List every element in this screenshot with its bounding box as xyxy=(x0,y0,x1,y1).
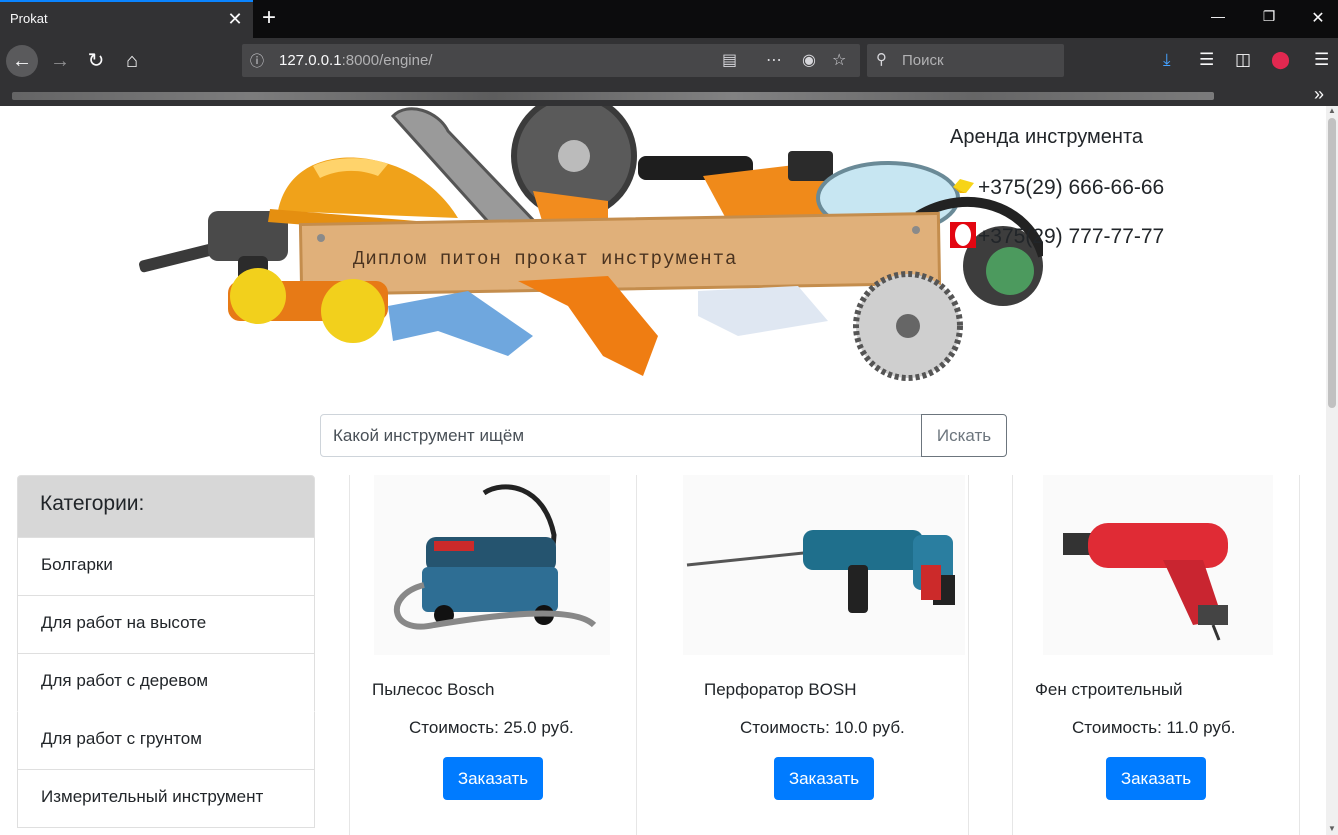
search-button[interactable]: Искать xyxy=(921,414,1007,457)
info-icon[interactable]: ⓘ xyxy=(250,51,264,71)
browser-tab[interactable]: Prokat ✕ xyxy=(0,0,253,38)
vacuum-cleaner-image[interactable] xyxy=(374,475,610,655)
scroll-up-icon[interactable]: ▲ xyxy=(1328,106,1336,115)
scrollbar-thumb[interactable] xyxy=(1328,118,1336,408)
heat-gun-image[interactable] xyxy=(1043,475,1273,655)
reader-view-icon[interactable]: ▤ xyxy=(722,50,737,70)
sidebar-icon[interactable]: ◫ xyxy=(1235,50,1251,70)
browser-search-placeholder: Поиск xyxy=(902,52,944,69)
product-card: Перфоратор BOSH Стоимость: 10.0 руб. Зак… xyxy=(636,475,969,835)
bookmark-star-icon[interactable]: ☆ xyxy=(832,50,846,70)
product-price: Стоимость: 25.0 руб. xyxy=(409,718,574,737)
category-item[interactable]: Для работ на высоте xyxy=(17,596,315,654)
sign-text: Диплом питон прокат инструмента xyxy=(353,248,737,270)
category-item[interactable]: Болгарки xyxy=(17,538,315,596)
phone-velcom[interactable]: +375(29) 666-66-66 xyxy=(950,173,1164,200)
product-title[interactable]: Пылесос Bosch xyxy=(372,680,494,700)
search-icon: ⚲ xyxy=(876,51,887,68)
bookmarks-bar: » xyxy=(0,84,1338,106)
order-button[interactable]: Заказать xyxy=(774,757,874,800)
tools-banner-image: Диплом питон прокат инструмента xyxy=(139,106,1043,381)
url-text: 127.0.0.1:8000/engine/ xyxy=(279,52,433,69)
saw-blade-illustration xyxy=(853,271,963,381)
grinder-illustration xyxy=(511,106,753,226)
home-icon[interactable]: ⌂ xyxy=(116,45,148,77)
more-bookmarks-icon[interactable]: » xyxy=(1314,84,1324,105)
phone-1-text: +375(29) 666-66-66 xyxy=(978,176,1165,199)
tab-title: Prokat xyxy=(10,11,48,26)
product-price: Стоимость: 11.0 руб. xyxy=(1072,718,1236,737)
browser-search-bar[interactable]: ⚲ Поиск xyxy=(867,44,1064,77)
tool-search-input[interactable] xyxy=(320,414,922,457)
order-button[interactable]: Заказать xyxy=(443,757,543,800)
product-card: Пылесос Bosch Стоимость: 25.0 руб. Заказ… xyxy=(349,475,637,835)
product-title[interactable]: Фен строительный xyxy=(1035,680,1183,700)
category-item[interactable]: Измерительный инструмент xyxy=(17,770,315,828)
maximize-window-icon[interactable]: ❐ xyxy=(1249,8,1289,25)
order-button[interactable]: Заказать xyxy=(1106,757,1206,800)
reload-icon[interactable]: ↻ xyxy=(80,45,112,77)
new-tab-icon[interactable]: + xyxy=(262,4,276,32)
close-window-icon[interactable]: ✕ xyxy=(1298,8,1338,28)
browser-tab-bar: Prokat ✕ + — ❐ ✕ xyxy=(0,0,1338,38)
blurred-bookmarks[interactable] xyxy=(12,92,1214,100)
rotary-hammer-image[interactable] xyxy=(683,475,965,655)
product-title[interactable]: Перфоратор BOSH xyxy=(704,680,857,700)
velcom-logo-icon xyxy=(953,179,974,193)
phone-2-text: +375(29) 777-77-77 xyxy=(978,225,1165,248)
address-bar[interactable]: ⓘ 127.0.0.1:8000/engine/ ▤ ⋯ ◉ ☆ xyxy=(242,44,860,77)
pocket-icon[interactable]: ◉ xyxy=(802,50,816,70)
contact-info: Аренда инструмента +375(29) 666-66-66 +3… xyxy=(950,126,1164,248)
categories-header: Категории: xyxy=(17,475,315,538)
categories-sidebar: Категории: Болгарки Для работ на высоте … xyxy=(17,475,315,828)
wooden-sign: Диплом питон прокат инструмента xyxy=(298,211,942,297)
browser-toolbar: ← → ↻ ⌂ ⓘ 127.0.0.1:8000/engine/ ▤ ⋯ ◉ ☆… xyxy=(0,38,1338,84)
category-item[interactable]: Для работ с деревом xyxy=(17,654,315,712)
mts-logo-icon xyxy=(950,222,976,248)
minimize-window-icon[interactable]: — xyxy=(1198,8,1238,24)
tool-search-form: Искать xyxy=(320,414,1007,457)
menu-icon[interactable]: ☰ xyxy=(1314,50,1329,70)
extension-icon[interactable]: ⬤ xyxy=(1271,50,1290,70)
downloads-icon[interactable]: ⤓ xyxy=(1163,50,1171,70)
back-arrow-icon[interactable]: ← xyxy=(6,45,38,77)
page-actions-icon[interactable]: ⋯ xyxy=(766,50,782,70)
phone-mts[interactable]: +375(29) 777-77-77 xyxy=(950,222,1164,249)
library-icon[interactable]: ☰ xyxy=(1199,50,1214,70)
product-card: Фен строительный Стоимость: 11.0 руб. За… xyxy=(1012,475,1300,835)
contact-title: Аренда инструмента xyxy=(950,126,1144,148)
close-tab-icon[interactable]: ✕ xyxy=(226,9,244,30)
page-scrollbar[interactable]: ▲ ▼ xyxy=(1326,106,1338,835)
scroll-down-icon[interactable]: ▼ xyxy=(1328,824,1336,833)
forward-arrow-icon[interactable]: → xyxy=(44,45,76,77)
category-item[interactable]: Для работ с грунтом xyxy=(17,712,315,770)
page-content: Диплом питон прокат инструмента Аренда и… xyxy=(0,106,1326,835)
product-price: Стоимость: 10.0 руб. xyxy=(740,718,905,737)
